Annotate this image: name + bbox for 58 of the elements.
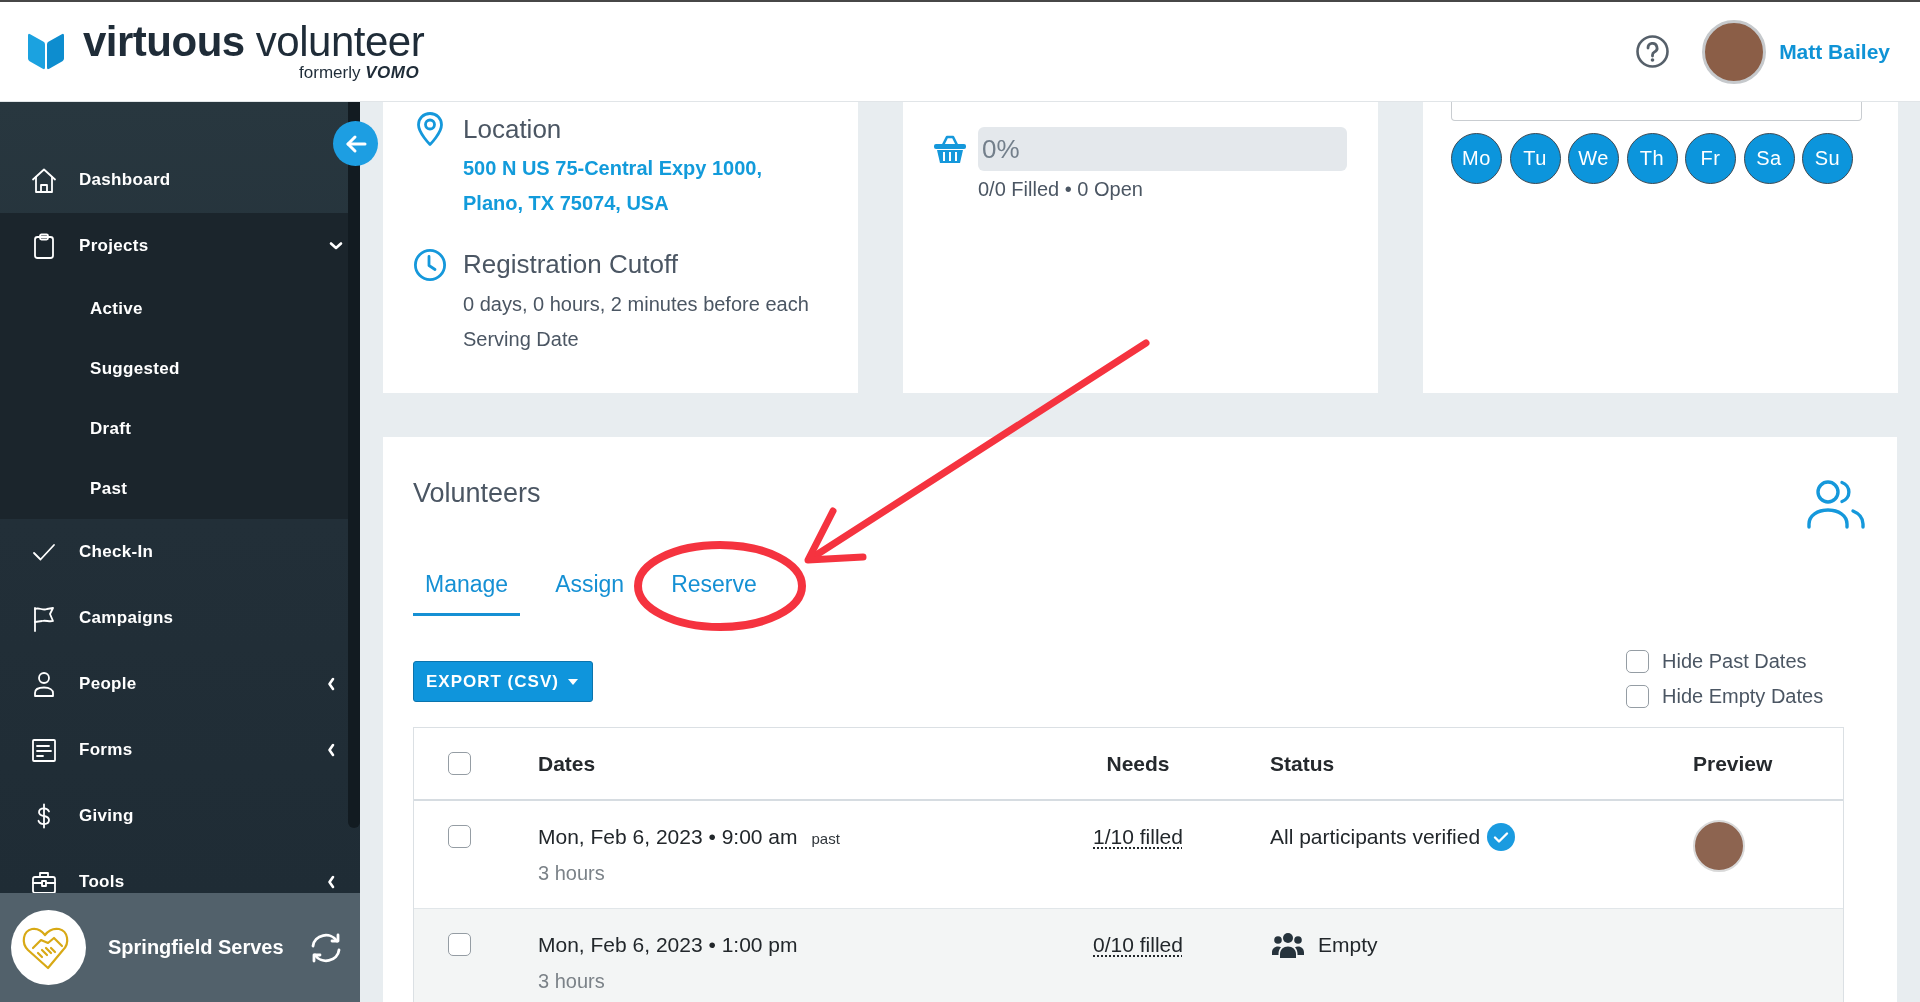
needs-link[interactable]: 0/10 filled [1093, 933, 1183, 956]
caret-icon [567, 678, 578, 685]
sidebar-item[interactable]: Campaigns [0, 585, 348, 651]
checkbox-label[interactable]: Hide Empty Dates [1662, 685, 1824, 708]
column-header: Preview [1693, 751, 1773, 775]
scrollbar-thumb[interactable] [348, 102, 360, 828]
date-text: Mon, Feb 6, 2023 • 1:00 pm [538, 933, 798, 956]
date-range-field[interactable] [1451, 102, 1862, 121]
checkbox[interactable] [448, 752, 471, 775]
checkbox-label[interactable]: Hide Past Dates [1662, 650, 1807, 673]
needs-link[interactable]: 1/10 filled [1093, 825, 1183, 848]
column-header: Status [1270, 751, 1335, 775]
heart-handshake-icon [11, 910, 86, 985]
logo-wordmark[interactable]: virtuous volunteer [83, 20, 425, 63]
sidebar-item[interactable]: Check-In [0, 519, 348, 585]
tab[interactable]: Manage [413, 556, 521, 616]
tab[interactable]: Assign [543, 556, 637, 616]
verified-check-icon [1487, 823, 1516, 851]
location-pin-icon [415, 111, 445, 147]
status-text: Empty [1318, 933, 1378, 957]
form-icon [30, 736, 58, 764]
checkbox[interactable] [1626, 685, 1649, 708]
sidebar-item[interactable]: Giving [0, 783, 348, 849]
basket-icon [933, 134, 967, 164]
sidebar-item[interactable]: Forms [0, 717, 348, 783]
column-header: Dates [538, 751, 596, 775]
people-icon [1806, 479, 1866, 529]
sidebar-subitem[interactable]: Active [0, 279, 143, 339]
checkbox[interactable] [448, 825, 471, 848]
logo-icon[interactable] [28, 33, 64, 70]
sidebar-item[interactable]: Tools [0, 849, 348, 893]
logo-tagline: formerly VOMO [299, 62, 420, 83]
date-text: Mon, Feb 6, 2023 • 9:00 am [538, 825, 798, 848]
duration-text: 3 hours [538, 862, 605, 884]
sidebar-subitem[interactable]: Draft [0, 399, 132, 459]
capacity-summary: 0/0 Filled • 0 Open [978, 177, 1144, 202]
organization-name: Springfield Serves [108, 936, 284, 959]
sidebar-item[interactable]: People [0, 651, 348, 717]
status-text: All participants verified [1270, 825, 1481, 849]
home-icon [30, 166, 58, 194]
cutoff-title: Registration Cutoff [463, 248, 679, 281]
sidebar-subitem[interactable]: Suggested [0, 339, 180, 399]
column-header: Needs [1106, 751, 1170, 775]
sidebar-item[interactable]: Dashboard [0, 147, 348, 213]
date-status-label: past [811, 830, 840, 847]
group-icon [1272, 931, 1304, 959]
section-title: Volunteers [413, 477, 541, 509]
sidebar-item[interactable]: Projects [0, 213, 348, 279]
tab[interactable]: Reserve [659, 556, 769, 616]
checkbox[interactable] [448, 933, 471, 956]
checkbox[interactable] [1626, 650, 1649, 673]
location-title: Location [463, 113, 563, 146]
cutoff-text: 0 days, 0 hours, 2 minutes before each Serving Date [463, 292, 810, 352]
sidebar-subitem[interactable]: Past [0, 459, 128, 519]
duration-text: 3 hours [538, 970, 605, 992]
help-icon[interactable] [1636, 35, 1670, 68]
progress-label: 0% [982, 133, 1020, 166]
clock-icon [413, 248, 447, 282]
